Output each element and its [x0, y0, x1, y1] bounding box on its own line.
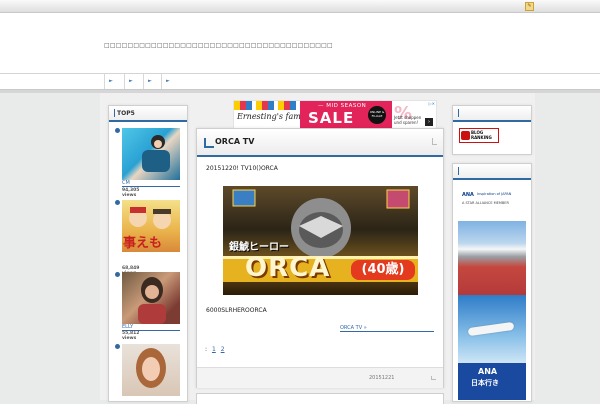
- nav-item-1[interactable]: ►: [104, 74, 125, 89]
- ad-side-text: Jetzt shoppen und sparen!: [394, 115, 422, 125]
- nav-arrow-icon: ►: [148, 78, 152, 84]
- bullet-icon: [115, 128, 120, 133]
- nav-arrow-icon: ►: [166, 78, 170, 84]
- ranking-badge-widget: BLOG RANKING: [452, 105, 532, 155]
- pager-label: :: [205, 346, 208, 353]
- pagination: : 1 2: [205, 346, 225, 353]
- widget-header: TOP5: [109, 106, 187, 122]
- person-portrait-icon: [136, 348, 166, 388]
- widget-header: [453, 164, 531, 180]
- ad-choices-icon[interactable]: ▷✕: [429, 101, 435, 106]
- ad-line-1: ANA: [478, 367, 498, 376]
- ranking-caption[interactable]: ELLY: [122, 324, 180, 331]
- thumbnail-text: 事えも: [123, 236, 163, 251]
- ad-arrow-icon[interactable]: ›: [425, 118, 433, 126]
- nav-arrow-icon: ►: [129, 78, 133, 84]
- nav-item-4[interactable]: ►: [161, 74, 182, 89]
- ana-logo: ANA: [462, 192, 474, 198]
- top-toolbar: ✎: [0, 0, 600, 13]
- header-bar-icon: [458, 167, 459, 175]
- post-dateline: 20151220! TV10()ORCA: [206, 165, 278, 172]
- post-footer: 20151221: [197, 367, 443, 388]
- ad-tagline: Inspiration of JAPAN: [477, 192, 512, 196]
- view-count: 94,305 views: [122, 188, 140, 198]
- site-header: □□□□□□□□□□□□□□□□□□□□□□□□□□□□□□□□□□□□□□□: [0, 13, 600, 74]
- post-image[interactable]: 銀鯱ヒーロー ORCA (40歳): [223, 186, 418, 295]
- site-description: □□□□□□□□□□□□□□□□□□□□□□□□□□□□□□□□□□□□□□□: [104, 42, 333, 49]
- ad-stripes: [234, 101, 300, 110]
- post-title[interactable]: ORCA TV: [215, 137, 254, 146]
- thumbnail-image[interactable]: [122, 344, 180, 396]
- ad-line-2: 日本行き: [471, 379, 499, 387]
- widget-title: TOP5: [117, 110, 135, 117]
- corner-icon: [432, 138, 437, 145]
- ad-banner[interactable]: Ernesting's family — MID SEASON SALE ONL…: [233, 100, 437, 129]
- ana-ad[interactable]: ANA Inspiration of JAPAN A STAR ALLIANCE…: [458, 185, 526, 400]
- blog-ranking-badge[interactable]: BLOG RANKING: [459, 128, 499, 143]
- ranking-logo-icon: [461, 131, 470, 140]
- ranking-badge-text: BLOG RANKING: [471, 130, 492, 140]
- ranking-widget: TOP5 CM 94,305 views 事えも 68,849 views EL…: [108, 105, 188, 402]
- image-caption-main: ORCA: [245, 253, 331, 283]
- ranking-caption[interactable]: CM: [122, 180, 180, 187]
- nav-item-2[interactable]: ►: [124, 74, 145, 89]
- post-header: ORCA TV: [197, 129, 443, 157]
- thumbnail-image[interactable]: [122, 272, 180, 324]
- read-more-link[interactable]: ORCA TV »: [340, 325, 434, 332]
- header-bar-icon: [458, 109, 459, 117]
- bullet-icon: [115, 272, 120, 277]
- ad-bottom-block: ANA 日本行き: [458, 363, 526, 400]
- edit-icon[interactable]: ✎: [525, 2, 534, 11]
- footer-corner-icon: [431, 376, 436, 380]
- ad-member-text: A STAR ALLIANCE MEMBER: [462, 201, 509, 205]
- page-link-1[interactable]: 1: [212, 346, 216, 353]
- main-nav: ► ► ► ►: [0, 74, 600, 90]
- ad-headline-big: SALE: [308, 109, 355, 127]
- ad-badge: ONLINE & FILIALE: [368, 106, 386, 124]
- bullet-icon: [115, 344, 120, 349]
- next-post-card: [196, 393, 444, 404]
- nav-arrow-icon: ►: [109, 78, 113, 84]
- header-bar-icon: [114, 109, 115, 117]
- widget-header: [453, 106, 531, 122]
- blog-post: ORCA TV 20151220! TV10()ORCA 銀鯱ヒーロー ORCA…: [196, 128, 444, 388]
- ad-sale-block: — MID SEASON SALE ONLINE & FILIALE: [300, 101, 392, 128]
- bullet-icon: [115, 200, 120, 205]
- thumbnail-image[interactable]: 事えも: [122, 200, 180, 252]
- post-description: 6000SLRHEROORCA: [206, 307, 267, 314]
- post-title-icon: [204, 138, 214, 148]
- view-count: 55,812 views: [122, 331, 140, 341]
- person-figure-icon: [142, 135, 170, 172]
- image-caption-age: (40歳): [351, 260, 415, 280]
- post-date: 20151221: [369, 375, 395, 381]
- mountain-scene-image: [458, 221, 526, 295]
- person-portrait-icon: [138, 277, 166, 324]
- page-link-2[interactable]: 2: [221, 346, 225, 353]
- image-caption-top: 銀鯱ヒーロー: [229, 242, 289, 253]
- thumbnail-image[interactable]: [122, 128, 180, 180]
